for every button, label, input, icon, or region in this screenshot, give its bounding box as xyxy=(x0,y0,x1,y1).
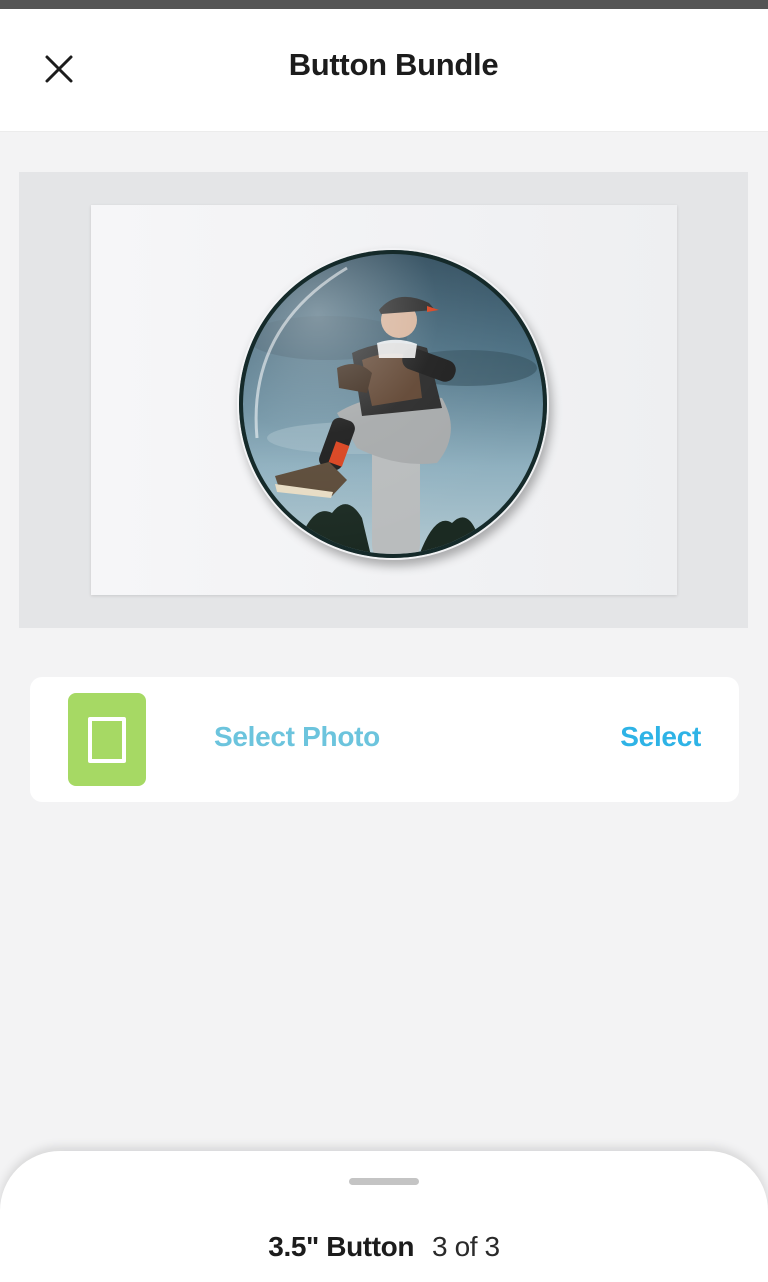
preview-frame xyxy=(19,172,748,628)
photo-thumbnail[interactable] xyxy=(68,693,146,786)
header-bar: Button Bundle xyxy=(0,9,768,132)
bundle-item-indicator: 3.5" Button 3 of 3 xyxy=(0,1231,768,1263)
select-button[interactable]: Select xyxy=(620,721,701,753)
item-name: 3.5" Button xyxy=(268,1231,415,1262)
photo-frame-icon xyxy=(88,716,126,763)
bottom-sheet: 3.5" Button 3 of 3 xyxy=(0,1151,768,1282)
preview-card xyxy=(91,205,677,595)
status-bar-strip xyxy=(0,0,768,9)
page-title: Button Bundle xyxy=(288,47,499,82)
select-photo-label: Select Photo xyxy=(214,721,380,752)
button-preview-image xyxy=(239,250,547,558)
select-photo-row[interactable]: Select Photo Select xyxy=(30,677,739,802)
item-count: 3 of 3 xyxy=(432,1231,500,1262)
drag-handle[interactable] xyxy=(349,1178,419,1185)
